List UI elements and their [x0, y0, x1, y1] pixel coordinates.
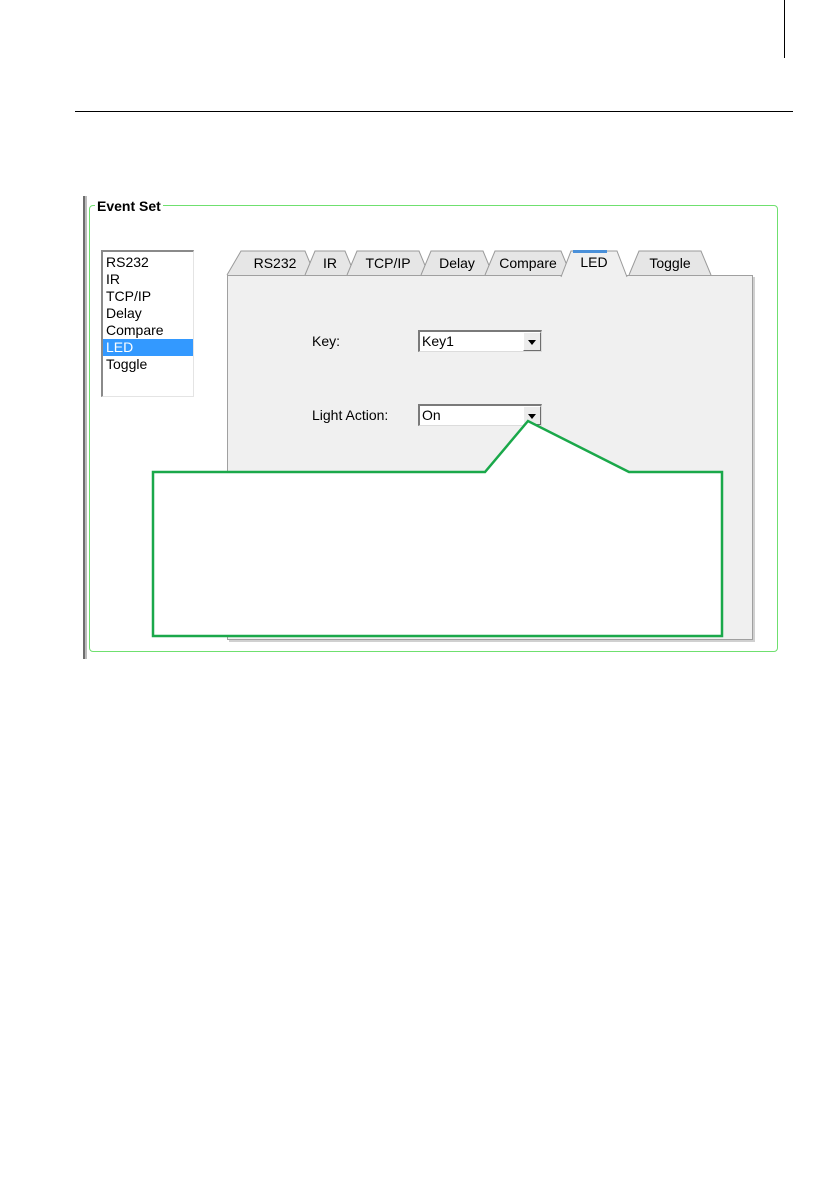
chevron-down-icon[interactable]	[523, 406, 541, 425]
list-item-rs232[interactable]: RS232	[103, 254, 193, 271]
screenshot-figure: Event Set RS232 IR TCP/IP Delay Compare …	[83, 195, 786, 665]
tab-tcpip[interactable]: TCP/IP	[346, 250, 430, 276]
tab-label: Toggle	[649, 255, 691, 271]
tab-led[interactable]: LED	[560, 250, 628, 278]
tab-label: Compare	[499, 255, 557, 271]
tab-rs232[interactable]: RS232	[226, 250, 316, 276]
groupbox-title: Event Set	[95, 198, 163, 214]
page-corner-mark	[784, 0, 785, 58]
event-type-list[interactable]: RS232 IR TCP/IP Delay Compare LED Toggle	[101, 250, 194, 397]
tab-compare[interactable]: Compare	[484, 250, 572, 276]
list-item-ir[interactable]: IR	[103, 271, 193, 288]
key-label: Key:	[312, 333, 341, 349]
chevron-down-icon[interactable]	[523, 332, 541, 351]
light-action-select-value: On	[422, 407, 441, 423]
tab-label: TCP/IP	[365, 255, 411, 271]
light-action-label: Light Action:	[312, 407, 389, 423]
tab-panel-led: Key: Key1 Light Action: On	[227, 275, 753, 640]
header-rule	[75, 111, 793, 112]
list-item-led[interactable]: LED	[103, 339, 193, 356]
tab-strip: RS232 IR TCP/IP Delay Compare Toggle LED	[225, 250, 712, 278]
list-item-delay[interactable]: Delay	[103, 305, 193, 322]
list-item-tcpip[interactable]: TCP/IP	[103, 288, 193, 305]
list-item-compare[interactable]: Compare	[103, 322, 193, 339]
tab-label: Delay	[439, 255, 475, 271]
light-action-select[interactable]: On	[418, 404, 542, 426]
window-edge	[83, 196, 87, 659]
tab-toggle[interactable]: Toggle	[628, 250, 712, 276]
key-select[interactable]: Key1	[418, 330, 542, 352]
key-select-value: Key1	[422, 333, 454, 349]
tab-label: LED	[580, 254, 608, 270]
list-item-toggle[interactable]: Toggle	[103, 356, 193, 373]
tab-delay[interactable]: Delay	[420, 250, 494, 276]
